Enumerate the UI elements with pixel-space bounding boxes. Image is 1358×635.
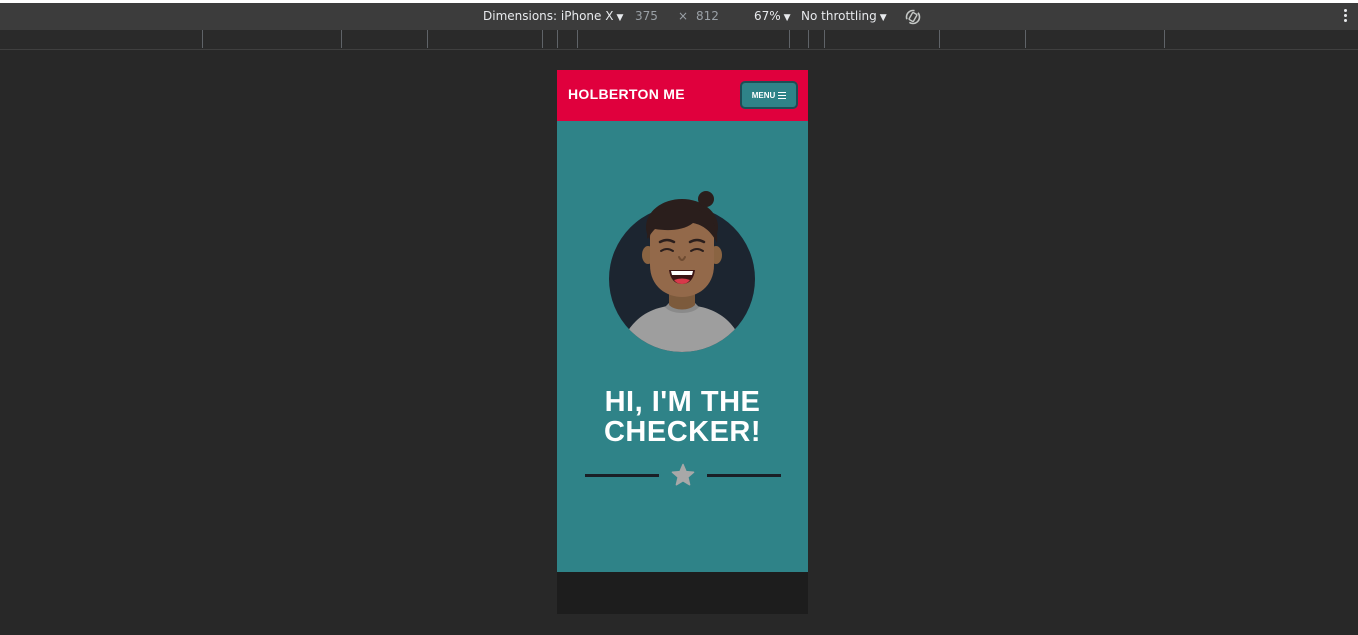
hero-title-line-1: HI, I'M THE [604,386,761,418]
star-divider [585,463,781,489]
zoom-label: 67% [754,9,781,23]
dimensions-dropdown[interactable]: Dimensions: iPhone X ▼ [483,3,623,30]
width-input[interactable]: 375 [635,3,658,30]
device-viewport: HOLBERTON ME MENU HI, I'M THE CHECKER! [557,70,808,614]
site-header: HOLBERTON ME MENU [557,70,808,121]
avatar [607,187,757,357]
star-icon [671,463,695,487]
device-toolbar: Dimensions: iPhone X ▼ 375 × 812 67% ▼ No … [0,3,1358,30]
triangle-down-icon: ▼ [616,13,624,23]
triangle-down-icon: ▼ [879,13,887,23]
menu-label: MENU [751,90,776,100]
divider-line-right [707,474,781,477]
kebab-menu-icon[interactable] [1344,9,1348,23]
triangle-down-icon: ▼ [783,13,791,23]
hamburger-icon [778,90,787,101]
rotate-icon[interactable] [904,8,922,26]
hero-title-line-2: CHECKER! [603,416,762,448]
hero-section: HI, I'M THE CHECKER! [557,121,808,572]
height-input[interactable]: 812 [696,3,719,30]
menu-button[interactable]: MENU [740,81,798,109]
dimension-times: × [678,9,689,23]
hero-title: HI, I'M THE CHECKER! [557,387,808,447]
media-query-ruler [0,30,1358,50]
divider-line-left [585,474,659,477]
brand-logo[interactable]: HOLBERTON ME [568,86,685,102]
zoom-dropdown[interactable]: 67% ▼ [754,3,791,30]
throttling-dropdown[interactable]: No throttling ▼ [801,3,887,30]
dimensions-label: Dimensions: iPhone X [483,9,614,23]
throttling-label: No throttling [801,9,877,23]
